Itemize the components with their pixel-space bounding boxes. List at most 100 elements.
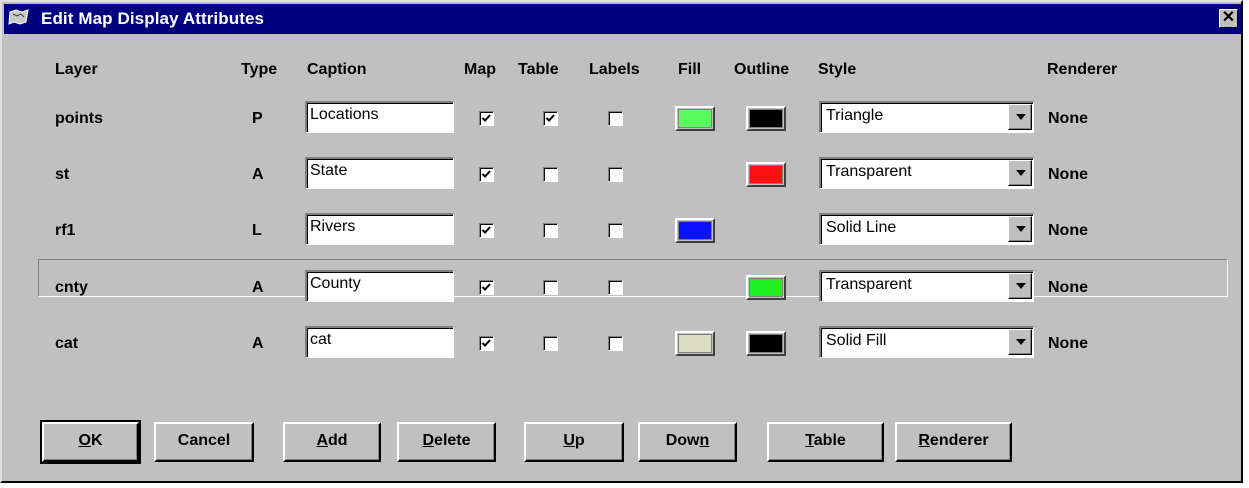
caption-input[interactable]: Rivers (305, 213, 454, 245)
table-button[interactable]: Table (767, 422, 884, 462)
chevron-down-icon[interactable] (1008, 329, 1032, 355)
chevron-down-icon[interactable] (1008, 160, 1032, 186)
layer-row[interactable]: points P Locations Triangle None (2, 90, 1245, 146)
layer-row[interactable]: cat Acat Solid Fill None (2, 315, 1245, 371)
table-checkbox[interactable] (543, 336, 558, 351)
renderer-label: enderer (929, 432, 989, 449)
up-button[interactable]: Up (524, 422, 624, 462)
table-checkbox[interactable] (543, 280, 558, 295)
layer-type: A (252, 335, 264, 352)
layer-type: L (252, 222, 262, 239)
close-button[interactable]: ✕ (1219, 9, 1238, 28)
header-labels: Labels (589, 61, 640, 78)
layer-row[interactable]: cnty A County Transparent None (2, 259, 1245, 315)
caption-input[interactable]: County (305, 270, 454, 302)
caption-input[interactable]: Locations (305, 101, 454, 133)
ok-mnemonic: O (78, 432, 91, 449)
style-dropdown[interactable]: Triangle (819, 101, 1034, 133)
add-button[interactable]: Add (283, 422, 381, 462)
up-label: p (574, 432, 585, 449)
labels-checkbox[interactable] (608, 280, 623, 295)
layer-type: A (252, 166, 264, 183)
style-dropdown[interactable]: Solid Fill (819, 326, 1034, 358)
header-fill: Fill (678, 61, 702, 78)
style-value: Triangle (826, 107, 884, 124)
layer-row[interactable]: st A State Transparent None (2, 146, 1245, 202)
caption-input[interactable]: cat (305, 326, 454, 358)
map-checkbox[interactable] (479, 223, 494, 238)
outline-color-swatch[interactable] (746, 162, 786, 187)
layer-name: cnty (55, 279, 88, 296)
fill-color-swatch[interactable] (675, 106, 715, 131)
outline-color-swatch[interactable] (746, 275, 786, 300)
map-checkbox[interactable] (479, 167, 494, 182)
caption-input[interactable]: State (305, 157, 454, 189)
cancel-label: Cancel (177, 432, 231, 449)
down-mnemonic: n (699, 432, 710, 449)
title-bar[interactable]: Edit Map Display Attributes ✕ (4, 4, 1241, 34)
close-icon: ✕ (1221, 9, 1236, 26)
chevron-down-icon[interactable] (1008, 104, 1032, 130)
ok-button[interactable]: OK (40, 420, 141, 464)
renderer-value: None (1048, 222, 1088, 239)
fill-color-swatch[interactable] (675, 218, 715, 243)
outline-color-swatch[interactable] (746, 106, 786, 131)
delete-mnemonic: D (422, 432, 435, 449)
labels-checkbox[interactable] (608, 111, 623, 126)
labels-checkbox[interactable] (608, 336, 623, 351)
chevron-down-icon[interactable] (1008, 216, 1032, 242)
chevron-down-icon[interactable] (1008, 273, 1032, 299)
renderer-value: None (1048, 166, 1088, 183)
map-checkbox[interactable] (479, 336, 494, 351)
app-icon (8, 9, 29, 25)
table-label: able (813, 432, 846, 449)
style-dropdown[interactable]: Transparent (819, 157, 1034, 189)
outline-color-swatch[interactable] (746, 331, 786, 356)
fill-color-swatch[interactable] (675, 331, 715, 356)
add-label: dd (328, 432, 348, 449)
header-layer: Layer (55, 61, 98, 78)
layer-name: points (55, 110, 103, 127)
header-renderer: Renderer (1047, 61, 1118, 78)
layer-type: P (252, 110, 263, 127)
map-checkbox[interactable] (479, 111, 494, 126)
style-value: Solid Fill (826, 332, 887, 349)
renderer-mnemonic: R (918, 432, 930, 449)
window-title: Edit Map Display Attributes (41, 9, 265, 28)
style-value: Solid Line (826, 219, 897, 236)
layer-row[interactable]: rf1 L Rivers Solid Line None (2, 202, 1245, 258)
renderer-button[interactable]: Renderer (895, 422, 1012, 462)
layer-name: cat (55, 335, 79, 352)
ok-label: K (90, 432, 103, 449)
cancel-button[interactable]: Cancel (154, 422, 254, 462)
header-caption: Caption (307, 61, 367, 78)
down-button[interactable]: Down (638, 422, 737, 462)
table-checkbox[interactable] (543, 167, 558, 182)
renderer-value: None (1048, 110, 1088, 127)
renderer-value: None (1048, 335, 1088, 352)
style-value: Transparent (826, 276, 912, 293)
up-mnemonic: U (563, 432, 575, 449)
delete-label: elete (434, 432, 471, 449)
layer-name: rf1 (55, 222, 76, 239)
delete-button[interactable]: Delete (397, 422, 496, 462)
down-label: Dow (665, 432, 700, 449)
renderer-value: None (1048, 279, 1088, 296)
header-table: Table (518, 61, 559, 78)
header-type: Type (241, 61, 278, 78)
style-dropdown[interactable]: Solid Line (819, 213, 1034, 245)
table-checkbox[interactable] (543, 111, 558, 126)
layer-name: st (55, 166, 70, 183)
table-mnemonic: T (805, 432, 814, 449)
map-checkbox[interactable] (479, 280, 494, 295)
labels-checkbox[interactable] (608, 223, 623, 238)
style-dropdown[interactable]: Transparent (819, 270, 1034, 302)
labels-checkbox[interactable] (608, 167, 623, 182)
layer-type: A (252, 279, 264, 296)
header-outline: Outline (734, 61, 790, 78)
table-checkbox[interactable] (543, 223, 558, 238)
add-mnemonic: A (316, 432, 328, 449)
dialog-window: Edit Map Display Attributes ✕ Layer Type… (0, 0, 1243, 483)
header-style: Style (818, 61, 857, 78)
style-value: Transparent (826, 163, 912, 180)
